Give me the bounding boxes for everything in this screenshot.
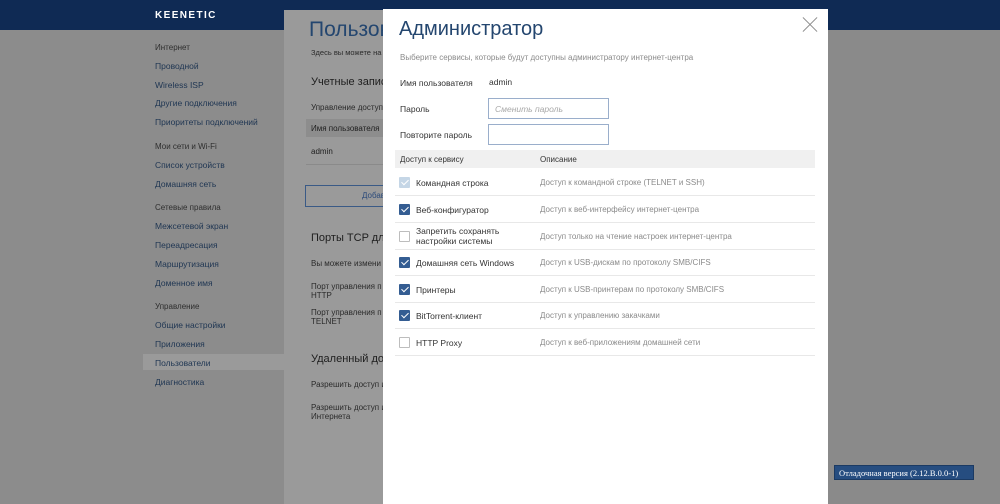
add-user-button[interactable]: Добав	[305, 185, 384, 207]
service-row-printers: Принтеры Доступ к USB-принтерам по прото…	[395, 276, 815, 303]
service-checkbox-cli[interactable]	[399, 177, 410, 188]
service-desc-bittorrent: Доступ к управлению закачками	[540, 311, 660, 320]
remote-allow-label-line2: Интернета	[311, 412, 351, 421]
service-checkbox-web-configurator[interactable]	[399, 204, 410, 215]
sidebar-group-management: Управление	[155, 302, 200, 311]
service-name-http-proxy: HTTP Proxy	[416, 338, 463, 348]
accounts-description: Управление доступ	[311, 103, 383, 112]
service-checkbox-windows-network[interactable]	[399, 257, 410, 268]
services-table-header: Доступ к сервису Описание	[395, 150, 815, 168]
accounts-section-title: Учетные записи	[311, 76, 384, 88]
column-access: Доступ к сервису	[400, 155, 464, 164]
port-telnet-label-line2: TELNET	[311, 317, 342, 326]
sidebar-item-device-list[interactable]: Список устройств	[155, 160, 225, 170]
sidebar-item-connection-priorities[interactable]: Приоритеты подключений	[155, 117, 258, 127]
add-user-button-label: Добав	[362, 191, 384, 200]
service-name-printers: Принтеры	[416, 285, 456, 295]
port-http-label: Порт управления п	[311, 282, 382, 291]
sidebar-item-firewall[interactable]: Межсетевой экран	[155, 221, 228, 231]
port-telnet-label: Порт управления п	[311, 308, 382, 317]
password-repeat-input[interactable]	[488, 124, 609, 145]
column-description: Описание	[540, 155, 577, 164]
close-icon[interactable]	[802, 17, 818, 33]
modal-subtitle: Выберите сервисы, которые будут доступны…	[400, 53, 694, 62]
password-input[interactable]	[488, 98, 609, 119]
username-value: admin	[489, 77, 513, 87]
password-repeat-label: Повторите пароль	[400, 130, 473, 140]
service-desc-printers: Доступ к USB-принтерам по протоколу SMB/…	[540, 285, 725, 294]
port-http-label-line2: HTTP	[311, 291, 332, 300]
sidebar-item-diagnostics[interactable]: Диагностика	[155, 377, 204, 387]
password-label: Пароль	[400, 104, 430, 114]
sidebar-item-routing[interactable]: Маршрутизация	[155, 259, 219, 269]
sidebar-item-users[interactable]: Пользователи	[155, 358, 210, 368]
ports-section-title: Порты TCP для	[311, 232, 384, 244]
sidebar-group-internet: Интернет	[155, 43, 190, 52]
service-checkbox-bittorrent[interactable]	[399, 310, 410, 321]
service-desc-read-only: Доступ только на чтение настроек интерне…	[540, 232, 732, 241]
sidebar-item-domain-name[interactable]: Доменное имя	[155, 278, 213, 288]
service-name-web-configurator: Веб-конфигуратор	[416, 205, 489, 215]
service-checkbox-printers[interactable]	[399, 284, 410, 295]
sidebar-item-home-network[interactable]: Домашняя сеть	[155, 179, 216, 189]
service-row-windows-network: Домашняя сеть Windows Доступ к USB-диска…	[395, 249, 815, 276]
service-name-cli: Командная строка	[416, 178, 489, 188]
accounts-row-admin[interactable]: admin	[311, 147, 333, 156]
users-page: Пользова Здесь вы можете на Учетные запи…	[284, 10, 384, 504]
service-row-web-configurator: Веб-конфигуратор Доступ к веб-интерфейсу…	[395, 196, 815, 223]
modal-title: Администратор	[399, 18, 544, 40]
service-name-read-only: Запретить сохранять настройки системы	[416, 226, 500, 246]
service-name-windows-network: Домашняя сеть Windows	[416, 258, 515, 268]
sidebar-item-wired[interactable]: Проводной	[155, 61, 199, 71]
service-row-http-proxy: HTTP Proxy Доступ к веб-приложениям дома…	[395, 329, 815, 356]
accounts-header-username: Имя пользователя	[311, 124, 380, 133]
sidebar-item-port-forwarding[interactable]: Переадресация	[155, 240, 218, 250]
service-row-cli: Командная строка Доступ к командной стро…	[395, 169, 815, 196]
service-checkbox-http-proxy[interactable]	[399, 337, 410, 348]
debug-version-badge: Отладочная версия (2.12.B.0.0-1)	[834, 465, 974, 480]
remote-allow-label: Разрешить доступ и	[311, 403, 384, 412]
service-row-bittorrent: BitTorrent-клиент Доступ к управлению за…	[395, 302, 815, 329]
service-name-bittorrent: BitTorrent-клиент	[416, 311, 483, 321]
sidebar-item-general-settings[interactable]: Общие настройки	[155, 320, 226, 330]
page-subtitle: Здесь вы можете на	[311, 48, 382, 57]
sidebar-item-other-connections[interactable]: Другие подключения	[155, 98, 237, 108]
sidebar-item-applications[interactable]: Приложения	[155, 339, 205, 349]
sidebar-group-my-networks: Мои сети и Wi-Fi	[155, 142, 217, 151]
service-row-read-only: Запретить сохранять настройки системы До…	[395, 223, 815, 250]
service-desc-windows-network: Доступ к USB-дискам по протоколу SMB/CIF…	[540, 258, 711, 267]
debug-version-text: Отладочная версия (2.12.B.0.0-1)	[839, 468, 959, 478]
sidebar-nav	[0, 30, 284, 504]
remote-section-title: Удаленный дос	[311, 353, 384, 365]
username-label: Имя пользователя	[400, 78, 473, 88]
ports-description: Вы можете измени	[311, 259, 381, 268]
sidebar-group-network-rules: Сетевые правила	[155, 203, 221, 212]
service-desc-cli: Доступ к командной строке (TELNET и SSH)	[540, 178, 705, 187]
service-desc-web-configurator: Доступ к веб-интерфейсу интернет-центра	[540, 205, 700, 214]
service-checkbox-read-only[interactable]	[399, 231, 410, 242]
service-desc-http-proxy: Доступ к веб-приложениям домашней сети	[540, 338, 701, 347]
keenetic-logo[interactable]: KEENETIC	[155, 10, 217, 21]
table-divider	[306, 164, 384, 165]
page-title: Пользова	[309, 18, 384, 41]
sidebar-item-wireless-isp[interactable]: Wireless ISP	[155, 80, 204, 90]
remote-description: Разрешить доступ и	[311, 380, 384, 389]
